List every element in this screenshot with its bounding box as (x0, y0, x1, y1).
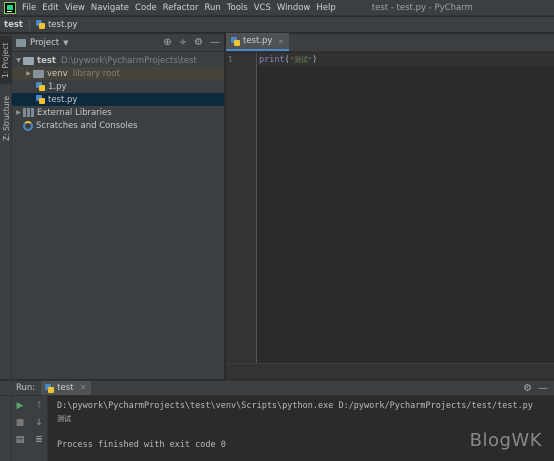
scroll-down-icon[interactable]: ↓ (33, 417, 45, 429)
tree-item-file-test[interactable]: test.py (12, 93, 224, 106)
locate-target-icon[interactable]: ⊕ (163, 37, 171, 48)
run-tab-label: test (57, 383, 74, 393)
editor-tab-label: test.py (243, 36, 273, 46)
project-panel: Project ▼ ⊕ ÷ ⚙ — ▼ test D:\pywork\Pycha… (12, 34, 225, 379)
editor-tab-test-py[interactable]: test.py × (226, 33, 290, 51)
console-line-output: 测试 (57, 414, 71, 423)
layout-icon[interactable]: ▤ (14, 434, 26, 446)
menu-run[interactable]: Run (204, 3, 220, 13)
tree-item-external-libraries[interactable]: ▶ External Libraries (12, 106, 224, 119)
watermark-text: BlogWK (469, 430, 542, 451)
expand-arrow-icon[interactable]: ▶ (14, 109, 23, 116)
window-title: test - test.py - PyCharm (371, 2, 473, 13)
library-icon (23, 108, 34, 117)
editor-gutter: 1 (226, 53, 257, 363)
python-file-icon (231, 36, 240, 46)
breadcrumb-separator (28, 19, 30, 30)
project-folder-icon (16, 38, 26, 47)
breadcrumb-file-label: test.py (47, 19, 78, 30)
tree-item-venv[interactable]: ▶ venv library root (12, 67, 224, 80)
breadcrumb-file[interactable]: test.py (32, 20, 81, 30)
console-line-command: D:\pywork\PycharmProjects\test\venv\Scri… (57, 400, 533, 411)
collapse-all-icon[interactable]: ÷ (179, 37, 187, 48)
project-header-tools: ⊕ ÷ ⚙ — (163, 37, 220, 48)
line-number: 1 (228, 55, 233, 64)
run-label: Run: (16, 383, 36, 393)
tree-file-1-label: 1.py (48, 81, 67, 92)
tree-scratches-label: Scratches and Consoles (36, 120, 138, 131)
menu-refactor[interactable]: Refactor (163, 3, 199, 13)
menu-edit[interactable]: Edit (42, 3, 58, 13)
python-file-icon (36, 95, 45, 104)
code-line-1[interactable]: print("测试") (258, 53, 554, 66)
project-tree: ▼ test D:\pywork\PycharmProjects\test ▶ … (12, 52, 224, 132)
left-tool-stripe: 1: Project Z: Structure (0, 34, 12, 379)
tree-venv-hint: library root (72, 68, 120, 79)
tree-item-root[interactable]: ▼ test D:\pywork\PycharmProjects\test (12, 54, 224, 67)
tab-project[interactable]: 1: Project (0, 36, 12, 84)
code-editor[interactable]: print("测试") (258, 53, 554, 363)
soft-wrap-icon[interactable]: ≣ (33, 434, 45, 446)
scroll-up-icon[interactable]: ↑ (33, 400, 45, 412)
run-console-output[interactable]: D:\pywork\PycharmProjects\test\venv\Scri… (49, 396, 554, 461)
stop-icon[interactable]: ■ (14, 417, 26, 429)
tree-item-scratches[interactable]: Scratches and Consoles (12, 119, 224, 132)
expand-arrow-icon[interactable]: ▼ (14, 57, 23, 64)
run-panel-header: Run: test × ⚙ — (0, 380, 554, 396)
tab-structure-label: Z: Structure (1, 95, 11, 141)
menu-tools[interactable]: Tools (227, 3, 248, 13)
menu-vcs[interactable]: VCS (254, 3, 271, 13)
hide-panel-icon[interactable]: — (210, 37, 220, 48)
project-panel-header: Project ▼ ⊕ ÷ ⚙ — (12, 34, 224, 52)
hide-panel-icon[interactable]: — (538, 383, 548, 394)
python-file-icon (35, 20, 45, 29)
code-string: "测试" (289, 55, 313, 64)
menu-window[interactable]: Window (277, 3, 311, 13)
menu-code[interactable]: Code (135, 3, 157, 13)
code-paren-close: ) (312, 54, 318, 65)
menu-navigate[interactable]: Navigate (91, 3, 129, 13)
expand-arrow-icon[interactable]: ▶ (24, 70, 33, 77)
code-function: print (259, 54, 285, 65)
tree-venv-name: venv (47, 68, 68, 79)
pycharm-logo-icon (4, 1, 16, 14)
tree-file-test-label: test.py (48, 94, 78, 105)
folder-icon (33, 69, 44, 78)
editor-tab-bar: test.py × (226, 33, 554, 52)
gear-icon[interactable]: ⚙ (194, 37, 203, 48)
run-header-tools: ⚙ — (523, 383, 548, 394)
close-icon[interactable]: × (277, 37, 284, 46)
python-file-icon (36, 82, 45, 91)
breadcrumb-project[interactable]: test (0, 20, 27, 30)
menu-file[interactable]: File (22, 3, 36, 13)
tree-item-file-1[interactable]: 1.py (12, 80, 224, 93)
rerun-icon[interactable]: ▶ (14, 400, 26, 412)
tree-root-name: test (37, 55, 56, 66)
run-left-stripe (0, 396, 12, 461)
menu-help[interactable]: Help (316, 3, 335, 13)
run-toolbar: ▶ ↑ ■ ↓ ▤ ≣ (12, 396, 48, 461)
chevron-down-icon[interactable]: ▼ (63, 39, 68, 47)
tab-structure[interactable]: Z: Structure (0, 90, 12, 146)
folder-icon (23, 56, 34, 65)
scratches-icon (23, 120, 33, 131)
close-icon[interactable]: × (80, 383, 87, 393)
project-view-selector[interactable]: Project (30, 38, 59, 48)
menu-bar: File Edit View Navigate Code Refactor Ru… (0, 0, 554, 16)
gear-icon[interactable]: ⚙ (523, 383, 532, 394)
run-tab-test[interactable]: test × (41, 381, 91, 395)
navigation-bar: test test.py (0, 17, 554, 33)
editor-breadcrumb-bar (226, 363, 554, 379)
tree-external-libraries-label: External Libraries (37, 107, 112, 118)
menu-view[interactable]: View (65, 3, 85, 13)
tree-root-path: D:\pywork\PycharmProjects\test (60, 55, 197, 66)
tab-project-label: 1: Project (1, 42, 11, 78)
python-file-icon (45, 383, 55, 393)
